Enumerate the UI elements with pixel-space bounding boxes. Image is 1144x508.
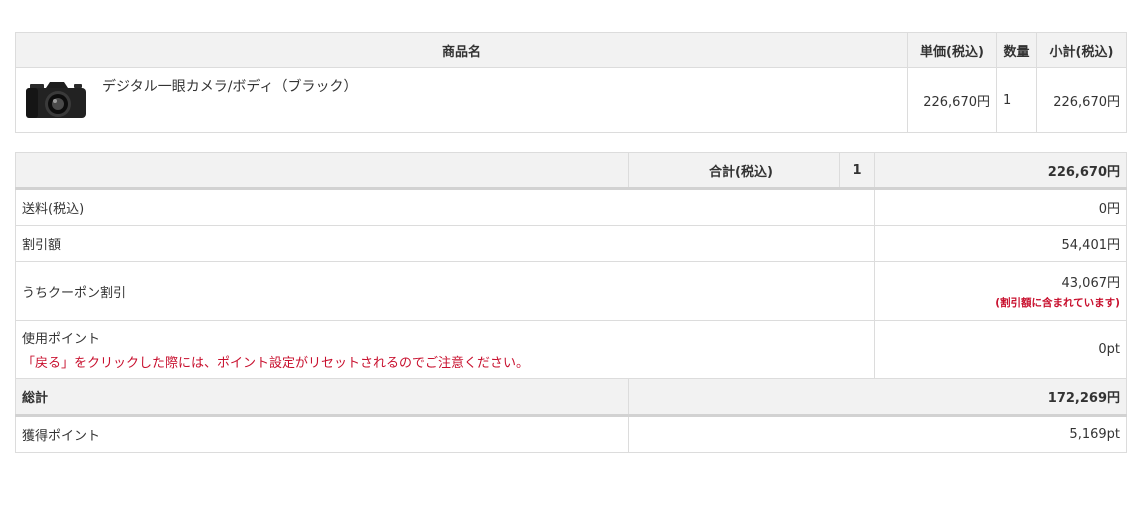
product-table-header: 商品名 単価(税込) 数量 小計(税込): [15, 32, 1127, 68]
discount-value: 54,401円: [874, 225, 1127, 262]
coupon-label: うちクーポン割引: [15, 261, 875, 321]
subtotal-cell: 226,670円: [1036, 67, 1127, 133]
earned-points-value: 5,169pt: [628, 415, 1127, 453]
header-subtotal: 小計(税込): [1036, 32, 1127, 68]
product-cell: デジタル一眼カメラ/ボディ（ブラック）: [15, 67, 908, 133]
discount-row: 割引額 54,401円: [15, 225, 1127, 262]
coupon-cell: 43,067円 (割引額に含まれています): [874, 261, 1127, 321]
table-row: デジタル一眼カメラ/ボディ（ブラック） 226,670円 1 226,670円: [15, 67, 1127, 133]
header-quantity: 数量: [996, 32, 1037, 68]
total-quantity: 1: [839, 152, 875, 190]
header-product-name: 商品名: [15, 32, 908, 68]
header-unit-price: 単価(税込): [907, 32, 997, 68]
summary-table: 合計(税込) 1 226,670円 送料(税込) 0円 割引額 54,401円 …: [15, 152, 1127, 453]
points-label: 使用ポイント: [22, 332, 101, 347]
summary-header-spacer: [15, 152, 629, 190]
quantity-cell: 1: [996, 67, 1037, 133]
shipping-value: 0円: [874, 188, 1127, 226]
camera-icon: [26, 82, 86, 118]
total-value: 226,670円: [874, 152, 1127, 190]
total-label: 合計(税込): [628, 152, 840, 190]
unit-price-cell: 226,670円: [907, 67, 997, 133]
product-name: デジタル一眼カメラ/ボディ（ブラック）: [102, 79, 358, 95]
grand-total-value: 172,269円: [628, 378, 1127, 417]
points-value: 0pt: [874, 320, 1127, 379]
coupon-value: 43,067円: [1061, 276, 1121, 291]
coupon-note: (割引額に含まれています): [995, 297, 1120, 309]
points-label-cell: 使用ポイント 「戻る」をクリックした際には、ポイント設定がリセットされるのでご注…: [15, 320, 875, 379]
points-row: 使用ポイント 「戻る」をクリックした際には、ポイント設定がリセットされるのでご注…: [15, 320, 1127, 379]
discount-label: 割引額: [15, 225, 875, 262]
summary-header-row: 合計(税込) 1 226,670円: [15, 152, 1127, 190]
grand-total-label: 総計: [15, 378, 629, 417]
points-warning: 「戻る」をクリックした際には、ポイント設定がリセットされるのでご注意ください。: [22, 356, 530, 371]
grand-total-row: 総計 172,269円: [15, 378, 1127, 417]
product-table: 商品名 単価(税込) 数量 小計(税込) デジタル一眼カメラ/ボディ（ブラック）…: [15, 32, 1127, 133]
shipping-label: 送料(税込): [15, 188, 875, 226]
coupon-row: うちクーポン割引 43,067円 (割引額に含まれています): [15, 261, 1127, 321]
shipping-row: 送料(税込) 0円: [15, 188, 1127, 226]
earned-points-row: 獲得ポイント 5,169pt: [15, 415, 1127, 453]
earned-points-label: 獲得ポイント: [15, 415, 629, 453]
